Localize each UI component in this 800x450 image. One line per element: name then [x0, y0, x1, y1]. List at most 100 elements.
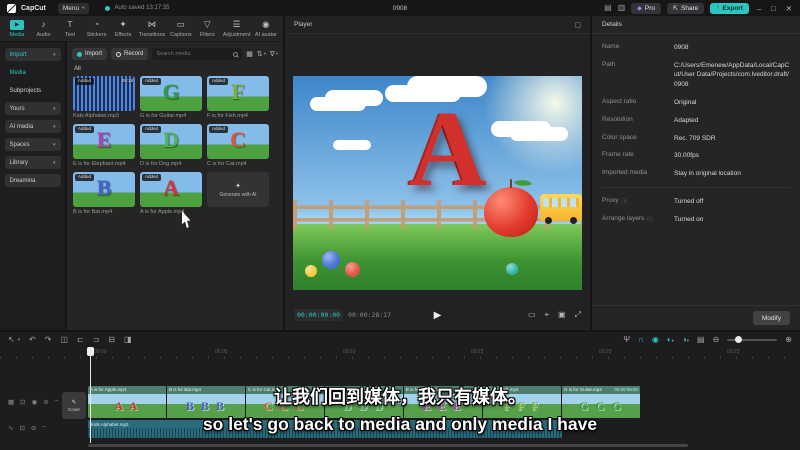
- info-icon: ⓘ: [621, 199, 628, 206]
- record-button[interactable]: Record: [111, 48, 149, 60]
- voiceover-icon[interactable]: Ψ: [623, 335, 630, 344]
- scrollbar-handle[interactable]: [88, 444, 688, 447]
- zoom-in-icon[interactable]: ⊕: [785, 335, 792, 344]
- playhead-handle[interactable]: [87, 347, 94, 356]
- record-dot-icon: [116, 51, 122, 57]
- search-input[interactable]: [156, 51, 232, 57]
- thumbnail-letter: D: [163, 127, 179, 153]
- tab-transitions[interactable]: ⋈ Transitions: [139, 20, 166, 38]
- sidebar-item-import[interactable]: Import ▾: [4, 48, 61, 61]
- play-button[interactable]: ▶: [434, 310, 442, 321]
- panel-toggle-icon[interactable]: ▢: [574, 21, 581, 29]
- zoom-slider-knob[interactable]: [735, 336, 743, 343]
- media-filter-all[interactable]: All: [67, 64, 283, 76]
- generate-with-ai-tile[interactable]: ✦ Generate with AI: [207, 172, 269, 215]
- timeline-ruler[interactable]: 00:00 00:05 00:10 00:15 00:20 00:25: [0, 347, 800, 359]
- grid-view-icon[interactable]: ▦: [246, 50, 253, 58]
- detail-row-proxy: Proxy ⓘ Turned off: [602, 197, 704, 206]
- tab-effects[interactable]: ✦ Effects: [112, 20, 134, 38]
- modify-button[interactable]: Modify: [752, 311, 790, 325]
- redo-icon[interactable]: ↷: [45, 335, 52, 344]
- preview-axis-icon[interactable]: ▤: [697, 335, 705, 344]
- chevron-down-icon[interactable]: ▾: [18, 337, 20, 343]
- mirror-icon[interactable]: ◨: [124, 335, 132, 344]
- sidebar-item-spaces[interactable]: Spaces ▾: [4, 138, 61, 151]
- minimize-button[interactable]: –: [755, 4, 763, 13]
- capcut-app: CapCut Menu ▾ Auto saved 13:17:35 0908 ▤…: [0, 0, 800, 450]
- media-item-video[interactable]: D Added D is for Dog.mp4: [140, 124, 202, 167]
- pro-button[interactable]: ◆ Pro: [631, 2, 662, 14]
- split-icon[interactable]: ◫: [60, 335, 68, 344]
- layout-panel-icon[interactable]: ▥: [618, 4, 626, 12]
- timeline-zoom-slider[interactable]: [727, 336, 778, 343]
- sidebar-item-media[interactable]: Media: [5, 66, 61, 79]
- tab-adjustment[interactable]: ☰ Adjustment: [223, 20, 251, 38]
- sidebar-item-subprojects[interactable]: Subprojects: [5, 84, 61, 97]
- media-panel: Import Record ▦ ⇅ ▾ ∇ ▾ All: [67, 42, 283, 330]
- video-preview[interactable]: A: [293, 76, 582, 290]
- letter-a-prop: A: [408, 90, 487, 210]
- media-item-video[interactable]: A Added A is for Apple.mp4: [140, 172, 202, 215]
- tab-stickers[interactable]: ◔ Stickers: [86, 20, 108, 38]
- thumbnail-letter: A: [163, 175, 179, 201]
- import-button[interactable]: Import: [72, 48, 108, 60]
- filter-button[interactable]: ∇ ▾: [270, 50, 278, 58]
- preview-quality-icon[interactable]: ⌖: [545, 310, 550, 320]
- tab-captions[interactable]: ▭ Captions: [170, 20, 192, 38]
- auto-ripple-icon[interactable]: ◐▾: [667, 335, 674, 344]
- export-button[interactable]: ↑ Export: [710, 2, 749, 14]
- thumbnail-letter: E: [96, 127, 112, 153]
- player-panel: Player ▢ A 00:00:00:00 00:00:28:17 ▶ ▭ ⌖…: [285, 16, 590, 330]
- detail-row-resolution: Resolution Adapted: [602, 115, 699, 124]
- media-item-video[interactable]: C Added C is for Cat.mp4: [207, 124, 269, 167]
- sidebar-item-library[interactable]: Library ▾: [4, 156, 61, 169]
- search-box[interactable]: [152, 48, 243, 60]
- thumbnail-letter: C: [230, 127, 246, 153]
- media-item-video[interactable]: G Added G is for Guitar.mp4: [140, 76, 202, 119]
- timeline-horizontal-scrollbar[interactable]: [0, 444, 800, 448]
- media-item-video[interactable]: E Added E is for Elephant.mp4: [73, 124, 135, 167]
- sidebar-item-dreamina[interactable]: Dreamina: [4, 174, 61, 187]
- filters-icon: ▽: [204, 19, 211, 30]
- chevron-down-icon: ▾: [275, 51, 278, 56]
- tab-audio[interactable]: ♪ Audio: [33, 20, 55, 38]
- adjustment-icon: ☰: [232, 19, 241, 30]
- media-icon: ▶: [10, 19, 24, 30]
- track-linking-icon[interactable]: ◑▾: [682, 335, 689, 344]
- duration-label: 08:18: [121, 78, 133, 83]
- sidebar-item-yours[interactable]: Yours ▾: [4, 102, 61, 115]
- divider: [602, 187, 790, 189]
- media-item-audio[interactable]: Added 08:18 Kids Alphabet.mp3: [73, 76, 135, 119]
- chevron-down-icon: ▾: [52, 123, 56, 130]
- zoom-out-icon[interactable]: ⊖: [713, 335, 720, 344]
- total-duration: 00:00:28:17: [348, 311, 392, 319]
- share-button[interactable]: ⇱ Share: [667, 2, 705, 14]
- delete-icon[interactable]: ⊟: [108, 335, 115, 344]
- fullscreen-icon[interactable]: ⤢: [575, 310, 581, 320]
- media-item-video[interactable]: B Added B is for Bat.mp4: [73, 172, 135, 215]
- media-item-name: B is for Bat.mp4: [73, 209, 113, 215]
- audio-waveform-thumbnail: Added 08:18: [73, 76, 135, 111]
- link-preview-icon[interactable]: ◉: [652, 335, 659, 344]
- tab-text[interactable]: T Text: [59, 20, 81, 38]
- media-item-video[interactable]: F Added F is for Fish.mp4: [207, 76, 269, 119]
- magnetic-snap-icon[interactable]: ∩: [638, 335, 644, 344]
- ai-avatar-icon: ◉: [262, 19, 270, 30]
- added-badge: Added: [75, 174, 95, 181]
- aspect-ratio-icon[interactable]: ▣: [558, 310, 566, 320]
- maximize-button[interactable]: □: [769, 4, 778, 13]
- trim-left-icon[interactable]: ⊏: [77, 335, 84, 344]
- sidebar-item-ai-media[interactable]: AI media ▾: [4, 120, 61, 133]
- sort-button[interactable]: ⇅ ▾: [257, 50, 266, 58]
- display-mode-icon[interactable]: ▭: [528, 310, 536, 320]
- undo-icon[interactable]: ↶: [29, 335, 36, 344]
- tab-ai-avatar[interactable]: ◉ AI avatar: [255, 20, 277, 38]
- added-badge: Added: [142, 126, 162, 133]
- stickers-icon: ◔: [93, 19, 100, 30]
- layout-grid-icon[interactable]: ▤: [604, 4, 612, 12]
- close-button[interactable]: ✕: [784, 4, 794, 13]
- tab-filters[interactable]: ▽ Filters: [196, 20, 218, 38]
- tab-media[interactable]: ▶ Media: [6, 19, 28, 38]
- select-tool-icon[interactable]: ↖: [8, 335, 15, 344]
- trim-right-icon[interactable]: ⊐: [93, 335, 100, 344]
